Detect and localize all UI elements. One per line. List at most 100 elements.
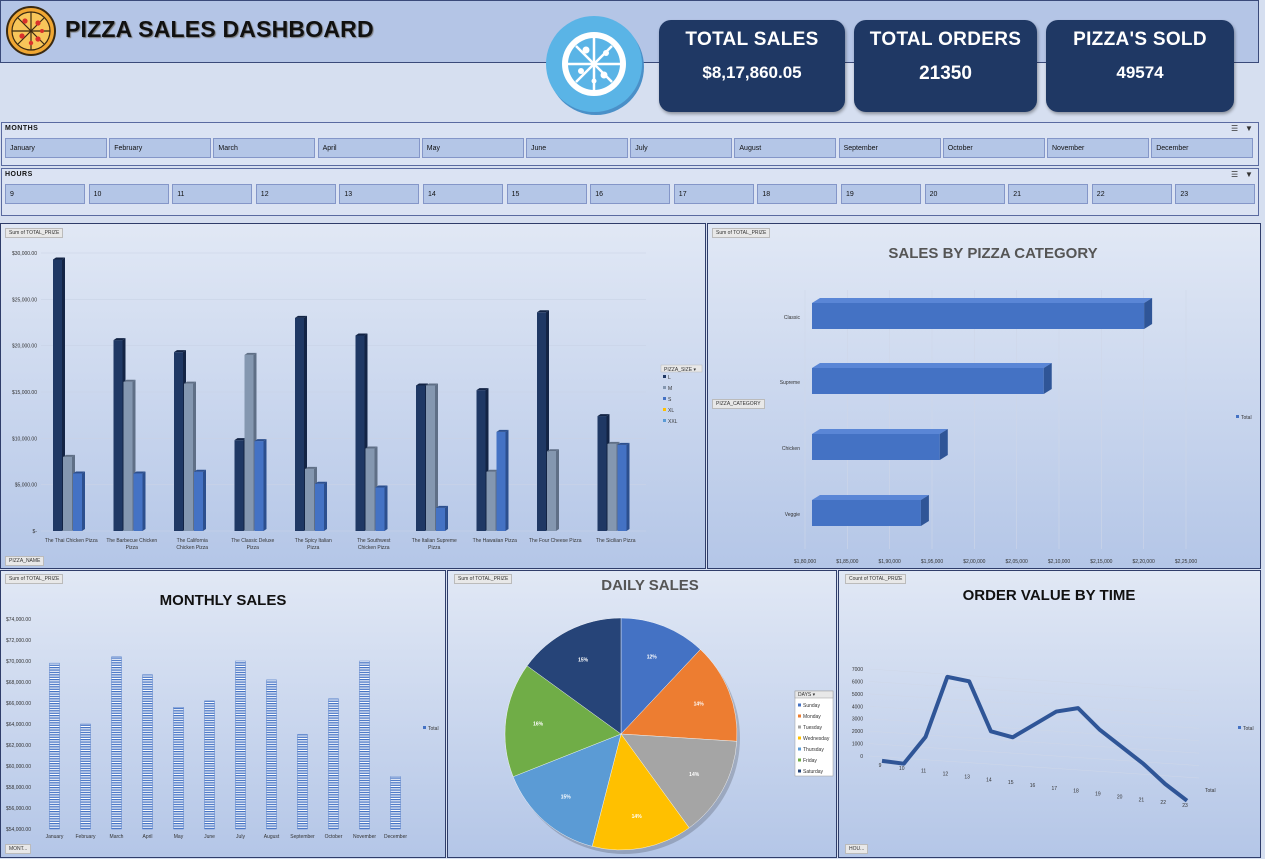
slicer-button[interactable]: August <box>734 138 837 158</box>
category-bar[interactable] <box>812 495 929 526</box>
legend-label: Tuesday <box>803 725 822 731</box>
slicer-button[interactable]: 9 <box>5 184 85 204</box>
legend-label: Wednesday <box>803 736 830 742</box>
bar-S[interactable] <box>194 469 206 531</box>
x-tick-label: 13 <box>964 774 970 780</box>
x-tick-label: The Classic Deluxe Pizza <box>231 538 274 551</box>
month-bar[interactable] <box>235 660 246 830</box>
legend-label: XXL <box>668 419 678 425</box>
x-tick-label: June <box>204 834 215 840</box>
month-bar[interactable] <box>80 723 91 830</box>
slicer-button[interactable]: November <box>1047 138 1149 158</box>
slicer-button[interactable]: 20 <box>924 184 1005 204</box>
slicer-button[interactable]: January <box>5 138 107 158</box>
slicer-button[interactable]: March <box>213 138 316 158</box>
slicer-button[interactable]: 22 <box>1091 184 1172 204</box>
multi-select-icon[interactable]: ☰ <box>1231 124 1238 133</box>
gridline <box>868 693 1200 717</box>
slicer-button[interactable]: 14 <box>423 184 503 204</box>
pie-data-label: 15% <box>578 658 589 664</box>
slicer-button[interactable]: 18 <box>757 184 838 204</box>
category-bar[interactable] <box>812 363 1052 394</box>
y-tick-label: $58,000.00 <box>6 785 31 791</box>
month-bar[interactable] <box>266 679 277 830</box>
order-line-chart: 0 1000 2000 3000 4000 5000 6000 7000 9 10 11 12 13 14… <box>852 667 1254 809</box>
y-tick-label: $72,000.00 <box>6 638 31 644</box>
legend-swatch <box>798 758 801 762</box>
slicer-button[interactable]: April <box>317 138 420 158</box>
slicer-button[interactable]: July <box>630 138 733 158</box>
slicer-button[interactable]: May <box>421 138 524 158</box>
y-tick-label: Chicken <box>782 446 800 452</box>
month-bar[interactable] <box>173 706 184 830</box>
slicer-button[interactable]: 15 <box>506 184 587 204</box>
month-bar[interactable] <box>328 698 339 830</box>
order-time-panel: Count of TOTAL_PRIZE ORDER VALUE BY TIME… <box>838 570 1261 858</box>
bar-S[interactable] <box>254 439 267 531</box>
multi-select-icon[interactable]: ☰ <box>1231 170 1238 179</box>
bar-S[interactable] <box>436 505 448 531</box>
kpi-value: 21350 <box>919 63 972 84</box>
axis-series-label: Total <box>1205 788 1216 794</box>
x-tick-label: 15 <box>1008 780 1014 786</box>
x-tick-label: March <box>110 834 124 840</box>
bar-M[interactable] <box>547 449 559 531</box>
legend-label: Friday <box>803 758 817 764</box>
slicer-button[interactable]: 13 <box>339 184 420 204</box>
slicer-button[interactable]: 21 <box>1008 184 1089 204</box>
x-tick-label: 16 <box>1030 783 1036 789</box>
y-tick-label: $56,000.00 <box>6 806 31 812</box>
x-tick-label: $2,10,000 <box>1048 559 1070 565</box>
month-bar[interactable] <box>359 660 370 830</box>
legend-label: Monday <box>803 714 821 720</box>
slicer-button[interactable]: 12 <box>255 184 336 204</box>
x-tick-label: 22 <box>1160 800 1166 806</box>
legend-swatch <box>798 714 801 718</box>
slicer-button[interactable]: October <box>942 138 1045 158</box>
bar-S[interactable] <box>375 485 388 531</box>
y-tick-label: $- <box>33 529 38 535</box>
slicer-button[interactable]: 10 <box>88 184 169 204</box>
slicer-button[interactable]: 16 <box>590 184 671 204</box>
y-tick-label: $30,000.00 <box>12 251 37 257</box>
slicer-button[interactable]: December <box>1151 138 1254 158</box>
slicer-button[interactable]: February <box>109 138 212 158</box>
bar-S[interactable] <box>133 471 146 531</box>
y-tick-label: 1000 <box>852 742 863 748</box>
x-tick-label: September <box>290 834 315 840</box>
legend-label: S <box>668 397 672 403</box>
clear-filter-icon[interactable]: ▼ <box>1245 170 1253 179</box>
month-bar[interactable] <box>297 734 308 830</box>
bar-S[interactable] <box>617 442 630 531</box>
x-tick-label: The Spicy Italian Pizza <box>295 538 332 551</box>
x-tick-label: The Sicilian Pizza <box>596 538 636 544</box>
bar-S[interactable] <box>496 429 509 531</box>
x-tick-label: 17 <box>1052 786 1058 792</box>
month-bar[interactable] <box>111 656 122 830</box>
x-tick-label: 18 <box>1073 789 1079 795</box>
x-tick-label: July <box>236 834 245 840</box>
slicer-button[interactable]: September <box>838 138 941 158</box>
clear-filter-icon[interactable]: ▼ <box>1245 124 1253 133</box>
slicer-button[interactable]: 11 <box>172 184 253 204</box>
x-tick-label: 12 <box>943 772 949 778</box>
kpi-value: $8,17,860.05 <box>702 63 802 82</box>
month-bar[interactable] <box>142 674 153 830</box>
kpi-label: TOTAL SALES <box>685 29 819 50</box>
x-tick-label: April <box>142 834 152 840</box>
month-bar[interactable] <box>204 700 215 830</box>
legend-swatch <box>663 408 666 411</box>
bar-S[interactable] <box>73 471 85 531</box>
slicer-button[interactable]: 17 <box>673 184 754 204</box>
month-bar[interactable] <box>390 776 401 830</box>
y-tick-label: $62,000.00 <box>6 743 31 749</box>
category-bar[interactable] <box>812 429 948 460</box>
slicer-button[interactable]: 19 <box>841 184 921 204</box>
slicer-button[interactable]: June <box>526 138 628 158</box>
bar-S[interactable] <box>315 481 327 531</box>
slicer-button[interactable]: 23 <box>1175 184 1256 204</box>
category-bar[interactable] <box>812 298 1153 329</box>
month-bar[interactable] <box>49 662 60 830</box>
pizza-logo-icon <box>546 15 646 122</box>
slicer-title: HOURS <box>5 171 33 178</box>
